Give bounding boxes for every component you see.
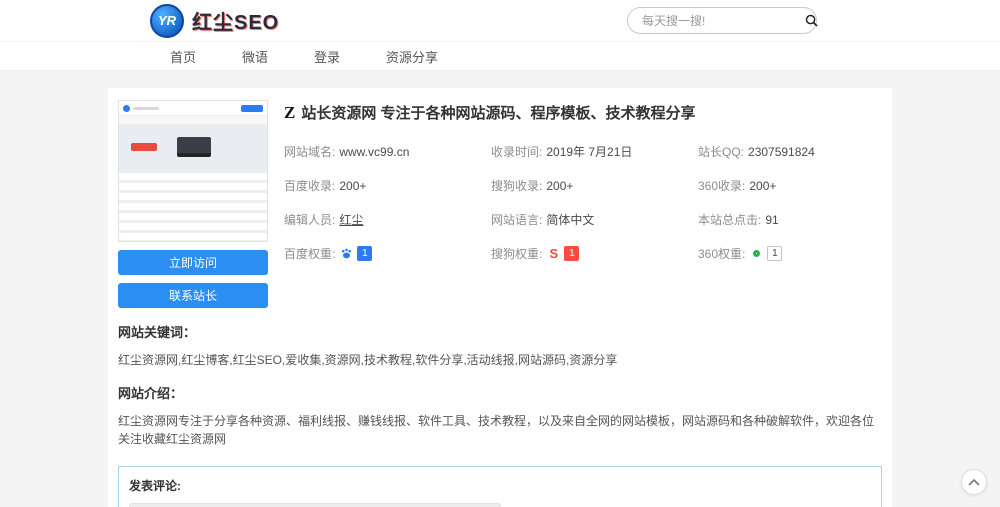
back-to-top-button[interactable] bbox=[961, 469, 987, 495]
intro-heading: 网站介绍： bbox=[118, 383, 882, 402]
chevron-up-icon bbox=[968, 478, 980, 486]
info-total-clicks: 本站总点击: 91 bbox=[698, 211, 882, 228]
logo-icon: YR bbox=[150, 4, 184, 38]
logo-text: 红尘SEO bbox=[192, 6, 279, 35]
info-sogou-weight: 搜狗权重: S 1 bbox=[491, 245, 698, 262]
info-baidu-index: 百度收录: 200+ bbox=[284, 177, 491, 194]
nav-item-home[interactable]: 首页 bbox=[170, 47, 196, 66]
site-favicon-icon: Z bbox=[284, 103, 295, 123]
site-card: 立即访问 联系站长 Z 站长资源网 专注于各种网站源码、程序模板、技术教程分享 … bbox=[108, 88, 892, 507]
contact-webmaster-button[interactable]: 联系站长 bbox=[118, 283, 268, 308]
info-domain: 网站域名: www.vc99.cn bbox=[284, 143, 491, 160]
info-baidu-weight: 百度权重: 1 bbox=[284, 245, 491, 262]
main-nav: 首页 微语 登录 资源分享 bbox=[0, 42, 1000, 71]
baidu-weight-icon bbox=[339, 246, 354, 261]
main-content: 立即访问 联系站长 Z 站长资源网 专注于各种网站源码、程序模板、技术教程分享 … bbox=[0, 88, 1000, 507]
top-header: YR 红尘SEO bbox=[0, 0, 1000, 42]
keywords-text: 红尘资源网,红尘博客,红尘SEO,爱收集,资源网,技术教程,软件分享,活动线报,… bbox=[118, 351, 882, 369]
keywords-heading: 网站关键词： bbox=[118, 322, 882, 341]
nickname-input[interactable] bbox=[129, 503, 501, 507]
comment-heading: 发表评论: bbox=[129, 477, 871, 494]
editor-link[interactable]: 红尘 bbox=[339, 211, 363, 228]
visit-button[interactable]: 立即访问 bbox=[118, 250, 268, 275]
info-360-weight: 360权重: 1 bbox=[698, 245, 882, 262]
search-box bbox=[627, 7, 817, 34]
logo[interactable]: YR 红尘SEO bbox=[150, 4, 279, 38]
site-thumbnail[interactable] bbox=[118, 100, 268, 242]
nav-item-login[interactable]: 登录 bbox=[314, 47, 340, 66]
comment-form: 发表评论: 昵称 邮件地址 (选填) 个人主页 (选填) bbox=[118, 466, 882, 507]
nav-item-weiyu[interactable]: 微语 bbox=[242, 47, 268, 66]
intro-text: 红尘资源网专注于分享各种资源、福利线报、赚钱线报、软件工具、技术教程，以及来自全… bbox=[118, 412, 882, 448]
info-webmaster-qq: 站长QQ: 2307591824 bbox=[698, 143, 882, 160]
search-input[interactable] bbox=[628, 14, 803, 28]
info-sogou-index: 搜狗收录: 200+ bbox=[491, 177, 698, 194]
site-info-grid: 网站域名: www.vc99.cn 收录时间: 2019年 7月21日 站长QQ… bbox=[284, 143, 882, 262]
search-button[interactable] bbox=[803, 14, 828, 27]
sogou-weight-icon: S bbox=[546, 246, 561, 261]
nav-item-resource-share[interactable]: 资源分享 bbox=[386, 47, 438, 66]
info-include-date: 收录时间: 2019年 7月21日 bbox=[491, 143, 698, 160]
360-weight-icon bbox=[749, 246, 764, 261]
comment-row-nickname: 昵称 bbox=[129, 503, 871, 507]
page-title: 站长资源网 专注于各种网站源码、程序模板、技术教程分享 bbox=[301, 102, 695, 123]
info-360-index: 360收录: 200+ bbox=[698, 177, 882, 194]
info-editor: 编辑人员: 红尘 bbox=[284, 211, 491, 228]
search-icon bbox=[805, 14, 818, 27]
info-language: 网站语言: 简体中文 bbox=[491, 211, 698, 228]
